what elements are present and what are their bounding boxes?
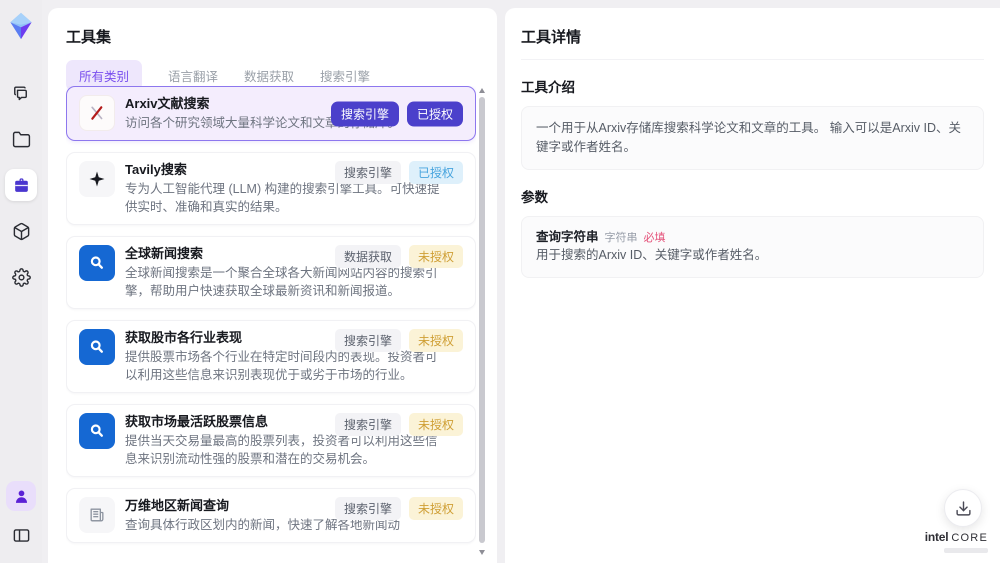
newspaper-icon bbox=[79, 497, 115, 533]
tool-status-badge: 未授权 bbox=[408, 497, 463, 520]
tool-category-badge: 搜索引擎 bbox=[334, 497, 401, 520]
tool-description: 提供股票市场各个行业在特定时间段内的表现。投资者可以利用这些信息来识别表现优于或… bbox=[125, 350, 438, 382]
param-type: 字符串 bbox=[604, 232, 638, 244]
search-icon bbox=[79, 413, 115, 449]
sidebar bbox=[0, 0, 42, 563]
sidebar-item-cube[interactable] bbox=[5, 215, 37, 247]
param-description: 用于搜索的Arxiv ID、关键字或作者姓名。 bbox=[536, 248, 768, 262]
app-root: 工具集 所有类别 语言翻译 数据获取 搜索引擎 Arxiv文献搜索 访问各个研究领域大… bbox=[0, 0, 1000, 563]
param-item: 查询字符串 字符串 必填用于搜索的Arxiv ID、关键字或作者姓名。 bbox=[536, 229, 969, 265]
scroll-down-arrow-icon[interactable] bbox=[478, 550, 485, 555]
cube-icon bbox=[12, 222, 31, 241]
details-title: 工具详情 bbox=[521, 8, 984, 60]
category-tabs: 所有类别 语言翻译 数据获取 搜索引擎 bbox=[48, 47, 497, 91]
sidebar-item-folder[interactable] bbox=[5, 123, 37, 155]
scrollbar-thumb[interactable] bbox=[479, 97, 485, 543]
intel-core-logo: intel CORE bbox=[925, 530, 988, 553]
page-title: 工具集 bbox=[66, 29, 112, 46]
sidebar-item-user[interactable] bbox=[6, 481, 36, 511]
briefcase-icon bbox=[12, 176, 31, 195]
sidebar-item-panel-toggle[interactable] bbox=[5, 519, 37, 551]
intel-text: intel bbox=[924, 530, 949, 544]
tool-row[interactable]: 全球新闻搜索 全球新闻搜索是一个聚合全球各大新闻网站内容的搜索引擎，帮助用户快速… bbox=[66, 236, 476, 309]
intel-core-subtext bbox=[944, 548, 988, 553]
tool-description: 专为人工智能代理 (LLM) 构建的搜索引擎工具。可快速提供实时、准确和真实的结… bbox=[125, 182, 440, 214]
intro-heading: 工具介绍 bbox=[521, 80, 575, 95]
tool-status-badge: 未授权 bbox=[408, 329, 463, 352]
tool-category-badge: 搜索引擎 bbox=[330, 101, 399, 126]
toolset-panel: 工具集 所有类别 语言翻译 数据获取 搜索引擎 Arxiv文献搜索 访问各个研究领域大… bbox=[48, 8, 497, 563]
tool-status-badge: 未授权 bbox=[408, 245, 463, 268]
panel-toggle-icon bbox=[12, 526, 31, 545]
tool-status-badge: 已授权 bbox=[406, 101, 463, 126]
sidebar-bottom bbox=[5, 481, 37, 563]
tool-details-panel: 工具详情 工具介绍 一个用于从Arxiv存储库搜索科学论文和文章的工具。 输入可… bbox=[505, 8, 1000, 563]
params-heading: 参数 bbox=[521, 190, 548, 205]
params-box: 查询字符串 字符串 必填用于搜索的Arxiv ID、关键字或作者姓名。 bbox=[521, 216, 984, 278]
tool-status-badge: 已授权 bbox=[408, 161, 463, 184]
tool-category-badge: 数据获取 bbox=[334, 245, 401, 268]
sidebar-item-gear[interactable] bbox=[5, 261, 37, 293]
arxiv-icon bbox=[79, 95, 115, 131]
tool-intro-text: 一个用于从Arxiv存储库搜索科学论文和文章的工具。 输入可以是Arxiv ID… bbox=[536, 121, 962, 154]
download-icon bbox=[955, 500, 971, 516]
sparkle-icon bbox=[79, 161, 115, 197]
folder-icon bbox=[12, 130, 31, 149]
tool-category-badge: 搜索引擎 bbox=[334, 329, 401, 352]
download-button[interactable] bbox=[944, 489, 982, 527]
core-text: CORE bbox=[951, 532, 988, 544]
param-name: 查询字符串 bbox=[536, 230, 599, 244]
tool-row[interactable]: 获取市场最活跃股票信息 提供当天交易量最高的股票列表，投资者可以利用这些信息来识… bbox=[66, 404, 476, 477]
chat-icon bbox=[12, 84, 31, 103]
tool-category-badge: 搜索引擎 bbox=[334, 413, 401, 436]
param-required-flag: 必填 bbox=[643, 232, 666, 244]
tool-row[interactable]: Arxiv文献搜索 访问各个研究领域大量科学论文和文章的存储库。 搜索引擎 已授… bbox=[66, 86, 476, 141]
gear-icon bbox=[11, 267, 31, 287]
app-logo-icon[interactable] bbox=[6, 11, 36, 41]
tool-description: 全球新闻搜索是一个聚合全球各大新闻网站内容的搜索引擎，帮助用户快速获取全球最新资… bbox=[125, 266, 438, 298]
user-icon bbox=[12, 487, 31, 506]
sidebar-item-chat[interactable] bbox=[5, 77, 37, 109]
search-icon bbox=[79, 329, 115, 365]
tool-row[interactable]: Tavily搜索 专为人工智能代理 (LLM) 构建的搜索引擎工具。可快速提供实… bbox=[66, 152, 476, 225]
tool-row[interactable]: 获取股市各行业表现 提供股票市场各个行业在特定时间段内的表现。投资者可以利用这些… bbox=[66, 320, 476, 393]
sidebar-nav bbox=[5, 77, 37, 293]
scrollbar[interactable] bbox=[478, 88, 486, 555]
tool-intro-box: 一个用于从Arxiv存储库搜索科学论文和文章的工具。 输入可以是Arxiv ID… bbox=[521, 106, 984, 170]
search-icon bbox=[79, 245, 115, 281]
tool-status-badge: 未授权 bbox=[408, 413, 463, 436]
tool-description: 提供当天交易量最高的股票列表，投资者可以利用这些信息来识别流动性强的股票和潜在的… bbox=[125, 434, 438, 466]
tool-list: Arxiv文献搜索 访问各个研究领域大量科学论文和文章的存储库。 搜索引擎 已授… bbox=[66, 86, 476, 563]
tool-category-badge: 搜索引擎 bbox=[334, 161, 401, 184]
sidebar-item-briefcase[interactable] bbox=[5, 169, 37, 201]
tool-row[interactable]: 万维地区新闻查询 查询具体行政区划内的新闻，快速了解各地新闻动 搜索引擎 未授权 bbox=[66, 488, 476, 543]
scroll-up-arrow-icon[interactable] bbox=[478, 88, 485, 93]
